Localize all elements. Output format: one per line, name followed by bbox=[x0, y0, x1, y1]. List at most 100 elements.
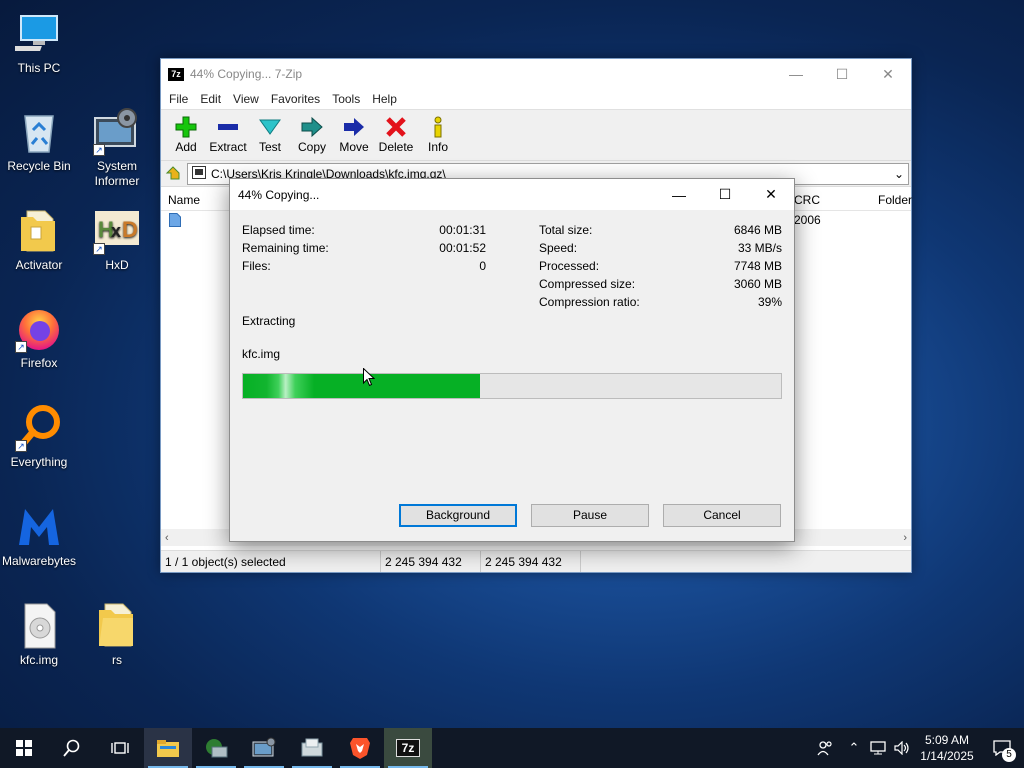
status-packed-size: 2 245 394 432 bbox=[481, 551, 581, 572]
status-size: 2 245 394 432 bbox=[381, 551, 481, 572]
app-icon bbox=[206, 739, 228, 758]
search-button[interactable] bbox=[48, 728, 96, 768]
scroll-right-icon[interactable]: › bbox=[903, 532, 907, 544]
dialog-titlebar[interactable]: 44% Copying... — ☐ ✕ bbox=[230, 179, 794, 210]
close-button[interactable]: ✕ bbox=[865, 59, 911, 89]
menu-favorites[interactable]: Favorites bbox=[265, 92, 326, 106]
dialog-maximize-button[interactable]: ☐ bbox=[702, 180, 748, 210]
info-button[interactable]: Info bbox=[417, 114, 459, 154]
scroll-left-icon[interactable]: ‹ bbox=[165, 532, 169, 544]
processed-label: Processed: bbox=[539, 259, 600, 273]
shortcut-arrow-icon: ↗ bbox=[93, 144, 105, 156]
background-button[interactable]: Background bbox=[399, 504, 517, 527]
clock-date: 1/14/2025 bbox=[920, 749, 974, 763]
notification-center-button[interactable]: 5 bbox=[980, 728, 1024, 768]
desktop-icon-kfc-img[interactable]: kfc.img bbox=[0, 602, 78, 668]
desktop-icon-label: Everything bbox=[10, 455, 68, 469]
minimize-icon: — bbox=[789, 66, 803, 82]
close-icon: ✕ bbox=[765, 186, 777, 202]
start-button[interactable] bbox=[0, 728, 48, 768]
chevron-down-icon[interactable]: ⌄ bbox=[890, 167, 908, 181]
taskbar-clock[interactable]: 5:09 AM 1/14/2025 bbox=[914, 732, 980, 764]
desktop-icon-this-pc[interactable]: This PC bbox=[0, 10, 78, 76]
menu-file[interactable]: File bbox=[163, 92, 194, 106]
seven-zip-app-icon: 7z bbox=[168, 67, 184, 81]
svg-text:x: x bbox=[111, 221, 121, 241]
dialog-close-button[interactable]: ✕ bbox=[748, 180, 794, 210]
compressed-size-value: 3060 MB bbox=[733, 277, 782, 291]
column-crc[interactable]: CRC bbox=[794, 193, 820, 207]
copy-arrow-icon bbox=[291, 114, 333, 140]
desktop-icon-everything[interactable]: ↗ Everything bbox=[0, 404, 78, 470]
dialog-title: 44% Copying... bbox=[238, 187, 320, 202]
desktop-icon-activator[interactable]: Activator bbox=[0, 207, 78, 273]
system-informer-icon: ↗ bbox=[93, 108, 141, 156]
pause-button[interactable]: Pause bbox=[531, 504, 649, 527]
maximize-icon: ☐ bbox=[835, 65, 849, 82]
taskbar-app-4[interactable] bbox=[288, 728, 336, 768]
taskbar-file-explorer[interactable] bbox=[144, 728, 192, 768]
status-selected: 1 / 1 object(s) selected bbox=[161, 551, 381, 572]
speed-label: Speed: bbox=[539, 241, 578, 255]
task-view-icon bbox=[111, 742, 129, 754]
taskbar-brave[interactable] bbox=[336, 728, 384, 768]
total-size-label: Total size: bbox=[539, 223, 593, 237]
dialog-minimize-button[interactable]: — bbox=[656, 180, 702, 210]
menu-help[interactable]: Help bbox=[366, 92, 403, 106]
elapsed-time-label: Elapsed time: bbox=[242, 223, 315, 237]
maximize-button[interactable]: ☐ bbox=[819, 59, 865, 89]
malwarebytes-icon bbox=[15, 503, 63, 551]
people-icon[interactable] bbox=[808, 728, 842, 768]
desktop-icon-hxd[interactable]: HxD ↗ HxD bbox=[78, 207, 156, 273]
desktop-icon-label: HxD bbox=[105, 258, 129, 272]
extract-button[interactable]: Extract bbox=[207, 114, 249, 154]
status-bar: 1 / 1 object(s) selected 2 245 394 432 2… bbox=[161, 550, 911, 572]
taskbar-system-informer[interactable] bbox=[240, 728, 288, 768]
plus-icon bbox=[165, 114, 207, 140]
copy-button[interactable]: Copy bbox=[291, 114, 333, 154]
column-name[interactable]: Name bbox=[168, 193, 200, 207]
crc-value: 2006 bbox=[794, 213, 821, 227]
delete-button[interactable]: Delete bbox=[375, 114, 417, 154]
minimize-icon: — bbox=[672, 186, 686, 203]
desktop-icon-label: Recycle Bin bbox=[7, 159, 71, 173]
brave-browser-icon bbox=[350, 738, 370, 759]
current-file-name: kfc.img bbox=[242, 347, 281, 361]
windows-logo-icon bbox=[16, 740, 32, 756]
firefox-icon: ↗ bbox=[15, 305, 63, 353]
volume-icon[interactable] bbox=[890, 728, 914, 768]
test-button[interactable]: Test bbox=[249, 114, 291, 154]
desktop-icon-firefox[interactable]: ↗ Firefox bbox=[0, 305, 78, 371]
taskbar-7zip[interactable]: 7z bbox=[384, 728, 432, 768]
cancel-button[interactable]: Cancel bbox=[663, 504, 781, 527]
shortcut-arrow-icon: ↗ bbox=[15, 341, 27, 353]
taskbar-app-2[interactable] bbox=[192, 728, 240, 768]
menu-tools[interactable]: Tools bbox=[326, 92, 366, 106]
menu-view[interactable]: View bbox=[227, 92, 265, 106]
compressed-size-label: Compressed size: bbox=[539, 277, 636, 291]
remaining-time-value: 00:01:52 bbox=[439, 241, 486, 255]
add-button[interactable]: Add bbox=[165, 114, 207, 154]
desktop-icon-system-informer[interactable]: ↗ System Informer bbox=[78, 108, 156, 189]
window-titlebar[interactable]: 7z 44% Copying... 7-Zip — ☐ ✕ bbox=[161, 59, 911, 89]
menu-edit[interactable]: Edit bbox=[194, 92, 227, 106]
archive-icon bbox=[192, 165, 206, 182]
folder-icon bbox=[93, 602, 141, 650]
desktop-icon-label: rs bbox=[112, 653, 122, 667]
task-view-button[interactable] bbox=[96, 728, 144, 768]
mouse-cursor-icon bbox=[363, 367, 376, 390]
speed-value: 33 MB/s bbox=[737, 241, 782, 255]
desktop-icon-rs[interactable]: rs bbox=[78, 602, 156, 668]
network-icon[interactable] bbox=[866, 728, 890, 768]
seven-zip-taskbar-icon: 7z bbox=[396, 739, 420, 757]
system-tray: ⌃ 5:09 AM 1/14/2025 5 bbox=[808, 728, 1024, 768]
desktop-icon-malwarebytes[interactable]: Malwarebytes bbox=[0, 503, 78, 569]
up-folder-icon[interactable] bbox=[163, 163, 183, 184]
move-button[interactable]: Move bbox=[333, 114, 375, 154]
minimize-button[interactable]: — bbox=[773, 59, 819, 89]
chevron-up-icon[interactable]: ⌃ bbox=[842, 728, 866, 768]
column-folder[interactable]: Folder bbox=[878, 193, 912, 207]
clock-time: 5:09 AM bbox=[924, 733, 970, 747]
desktop-icon-recycle-bin[interactable]: Recycle Bin bbox=[0, 108, 78, 174]
minus-icon bbox=[207, 114, 249, 140]
